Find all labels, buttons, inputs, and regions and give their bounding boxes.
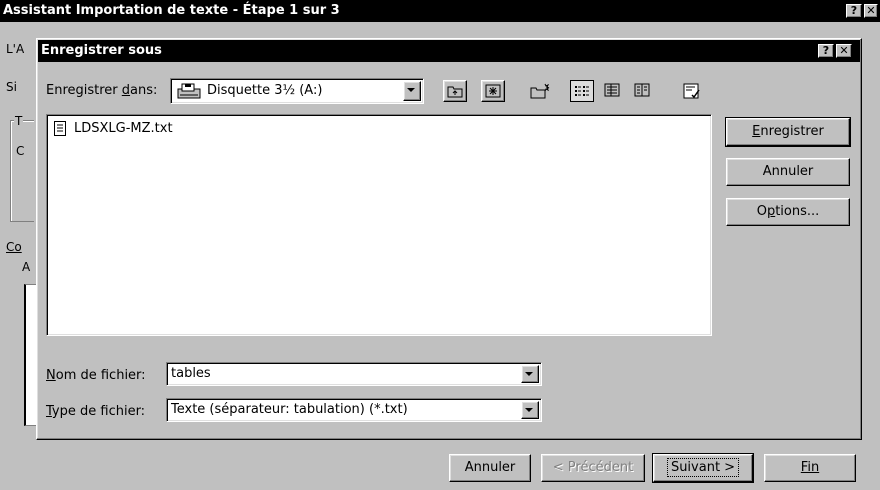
wizard-next-button[interactable]: Suivant > — [652, 453, 754, 483]
properties-view-button[interactable] — [630, 80, 654, 102]
save-as-titlebar: Enregistrer sous — [38, 40, 860, 62]
wizard-text-fragment: A — [22, 260, 31, 274]
floppy-drive-icon — [177, 83, 201, 102]
chevron-down-icon[interactable] — [521, 365, 539, 383]
text-file-icon — [54, 121, 66, 139]
wizard-preview-edge — [24, 284, 36, 426]
details-view-icon — [600, 83, 624, 97]
wizard-text-fragment: T — [14, 114, 24, 128]
wizard-text-fragment: L'A — [6, 42, 25, 56]
list-view-icon — [571, 84, 593, 98]
chevron-down-icon[interactable] — [403, 81, 421, 101]
file-list[interactable] — [46, 114, 712, 336]
details-view-button[interactable] — [600, 80, 624, 102]
commands-button[interactable] — [680, 80, 704, 102]
options-button[interactable]: Options... — [726, 198, 850, 226]
wizard-groupbox-edge — [10, 120, 34, 222]
save-as-title: Enregistrer sous — [41, 43, 162, 58]
wizard-text-fragment: Co — [6, 240, 22, 254]
file-type-label: Type de fichier: — [46, 404, 146, 419]
save-as-close-button[interactable]: ✕ — [836, 44, 852, 58]
file-name-value: tables — [171, 366, 211, 381]
wizard-text-fragment: C — [16, 144, 25, 158]
save-in-dropdown[interactable]: Disquette 3½ (A:) — [170, 78, 424, 104]
save-as-help-button[interactable]: ? — [818, 44, 834, 58]
commands-icon — [680, 83, 704, 99]
file-name-input[interactable]: tables — [166, 362, 542, 386]
wizard-cancel-button[interactable]: Annuler — [449, 454, 531, 482]
up-one-level-icon — [444, 84, 466, 98]
file-type-value: Texte (séparateur: tabulation) (*.txt) — [171, 402, 408, 417]
file-name: LDSXLG-MZ.txt — [74, 121, 173, 136]
wizard-titlebar: Assistant Importation de texte - Étape 1… — [0, 0, 880, 22]
up-one-level-button[interactable] — [443, 80, 467, 102]
chevron-down-icon[interactable] — [521, 401, 539, 419]
wizard-previous-button[interactable]: < Précédent — [541, 454, 645, 482]
new-folder-icon — [528, 83, 552, 99]
new-folder-button[interactable] — [528, 80, 552, 102]
cancel-button[interactable]: Annuler — [726, 158, 850, 186]
save-button[interactable]: Enregistrer — [725, 117, 851, 147]
save-in-label: Enregistrer dans: — [46, 83, 158, 98]
file-name-label: Nom de fichier: — [46, 368, 146, 383]
list-view-button[interactable] — [570, 80, 594, 102]
desktop-icon — [482, 84, 504, 98]
wizard-title: Assistant Importation de texte - Étape 1… — [3, 3, 340, 18]
file-type-dropdown[interactable]: Texte (séparateur: tabulation) (*.txt) — [166, 398, 542, 422]
wizard-finish-button[interactable]: Fin — [764, 454, 856, 482]
wizard-close-button[interactable]: ✕ — [864, 4, 878, 18]
wizard-text-fragment: Si — [6, 80, 17, 94]
save-in-value: Disquette 3½ (A:) — [207, 83, 323, 98]
desktop-button[interactable] — [481, 80, 505, 102]
wizard-help-button[interactable]: ? — [846, 4, 862, 18]
properties-view-icon — [630, 83, 654, 97]
